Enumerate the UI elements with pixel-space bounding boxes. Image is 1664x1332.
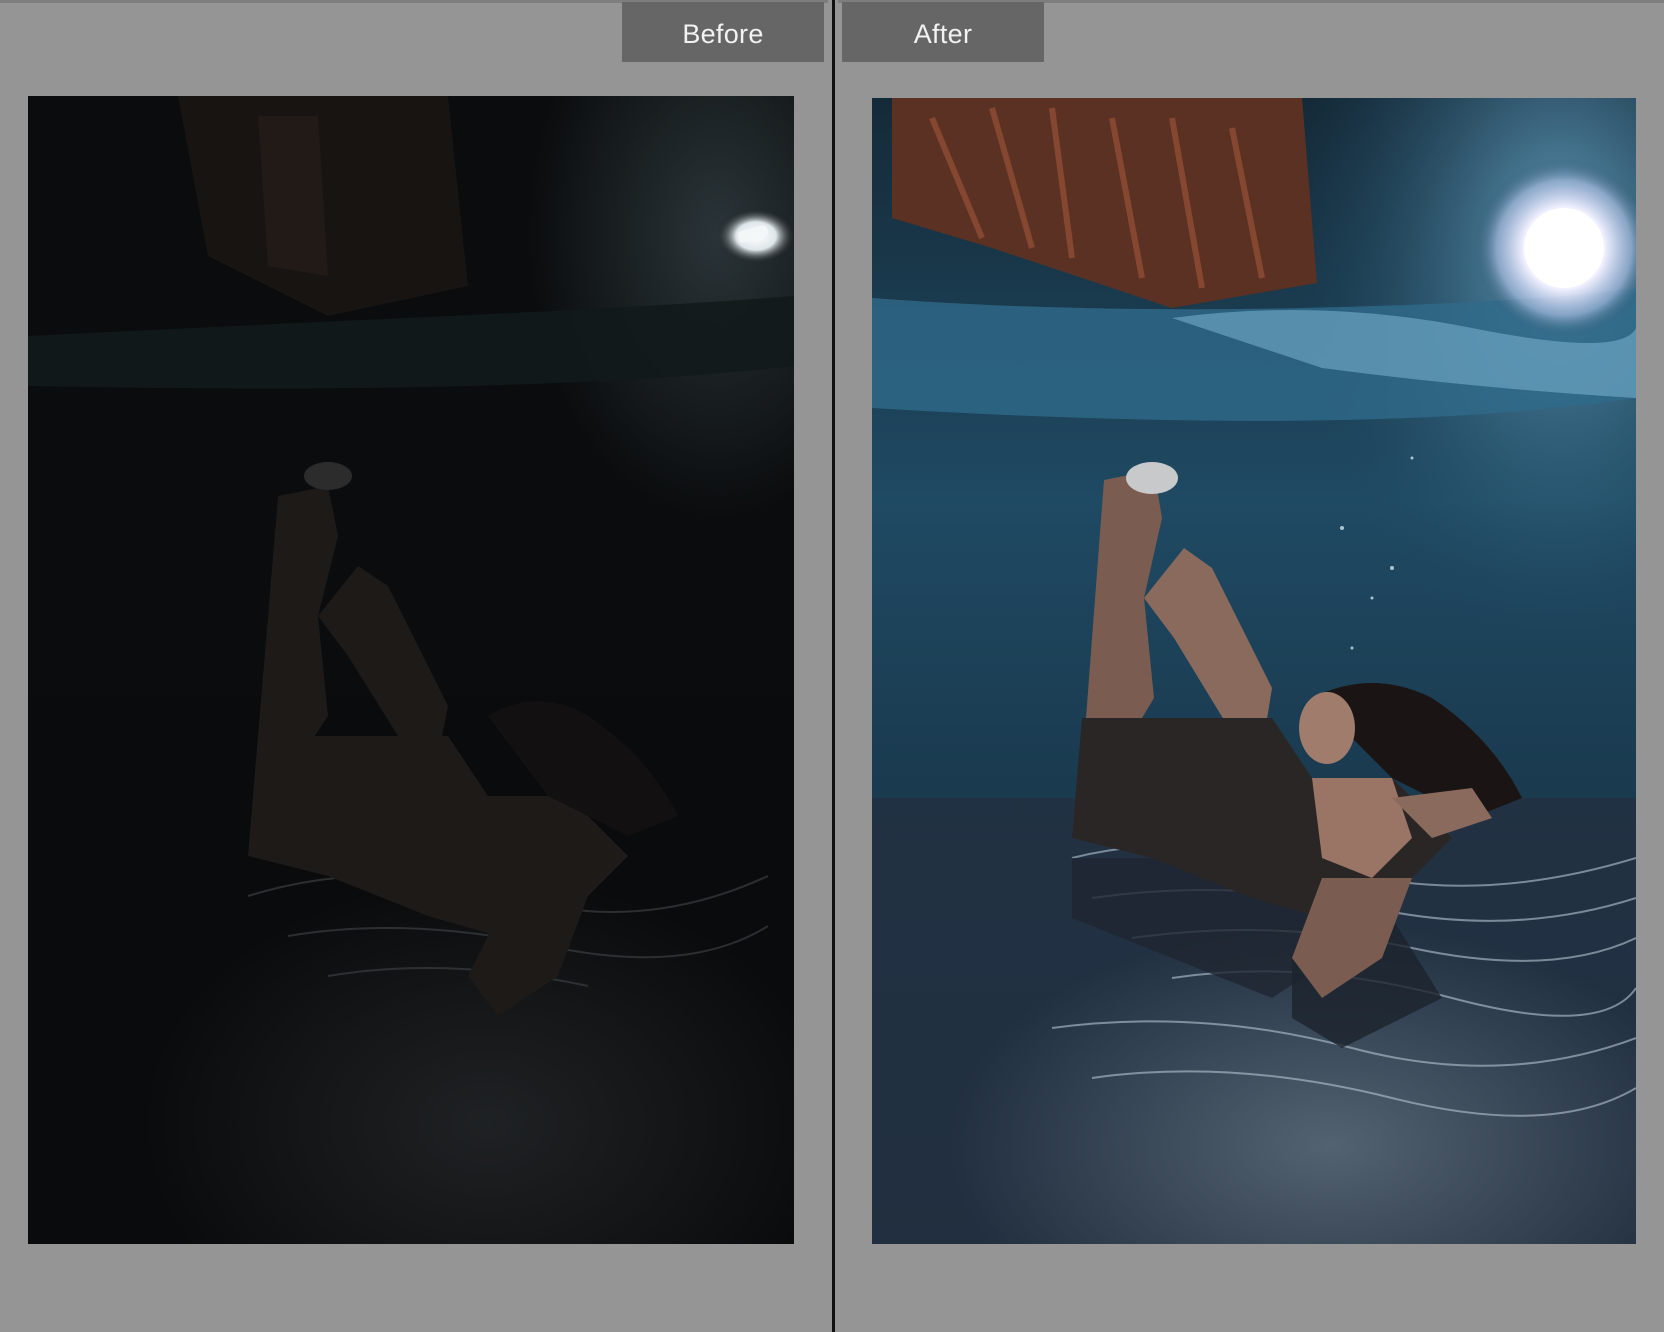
after-photo [872, 98, 1636, 1244]
split-divider-handle[interactable] [832, 0, 835, 1332]
after-tab[interactable]: After [842, 2, 1044, 62]
before-tab[interactable]: Before [622, 2, 824, 62]
before-after-compare-view: Before After [0, 0, 1664, 1332]
before-photo [28, 96, 794, 1244]
underwater-photo-before-icon [28, 96, 794, 1244]
underwater-photo-after-icon [872, 98, 1636, 1244]
